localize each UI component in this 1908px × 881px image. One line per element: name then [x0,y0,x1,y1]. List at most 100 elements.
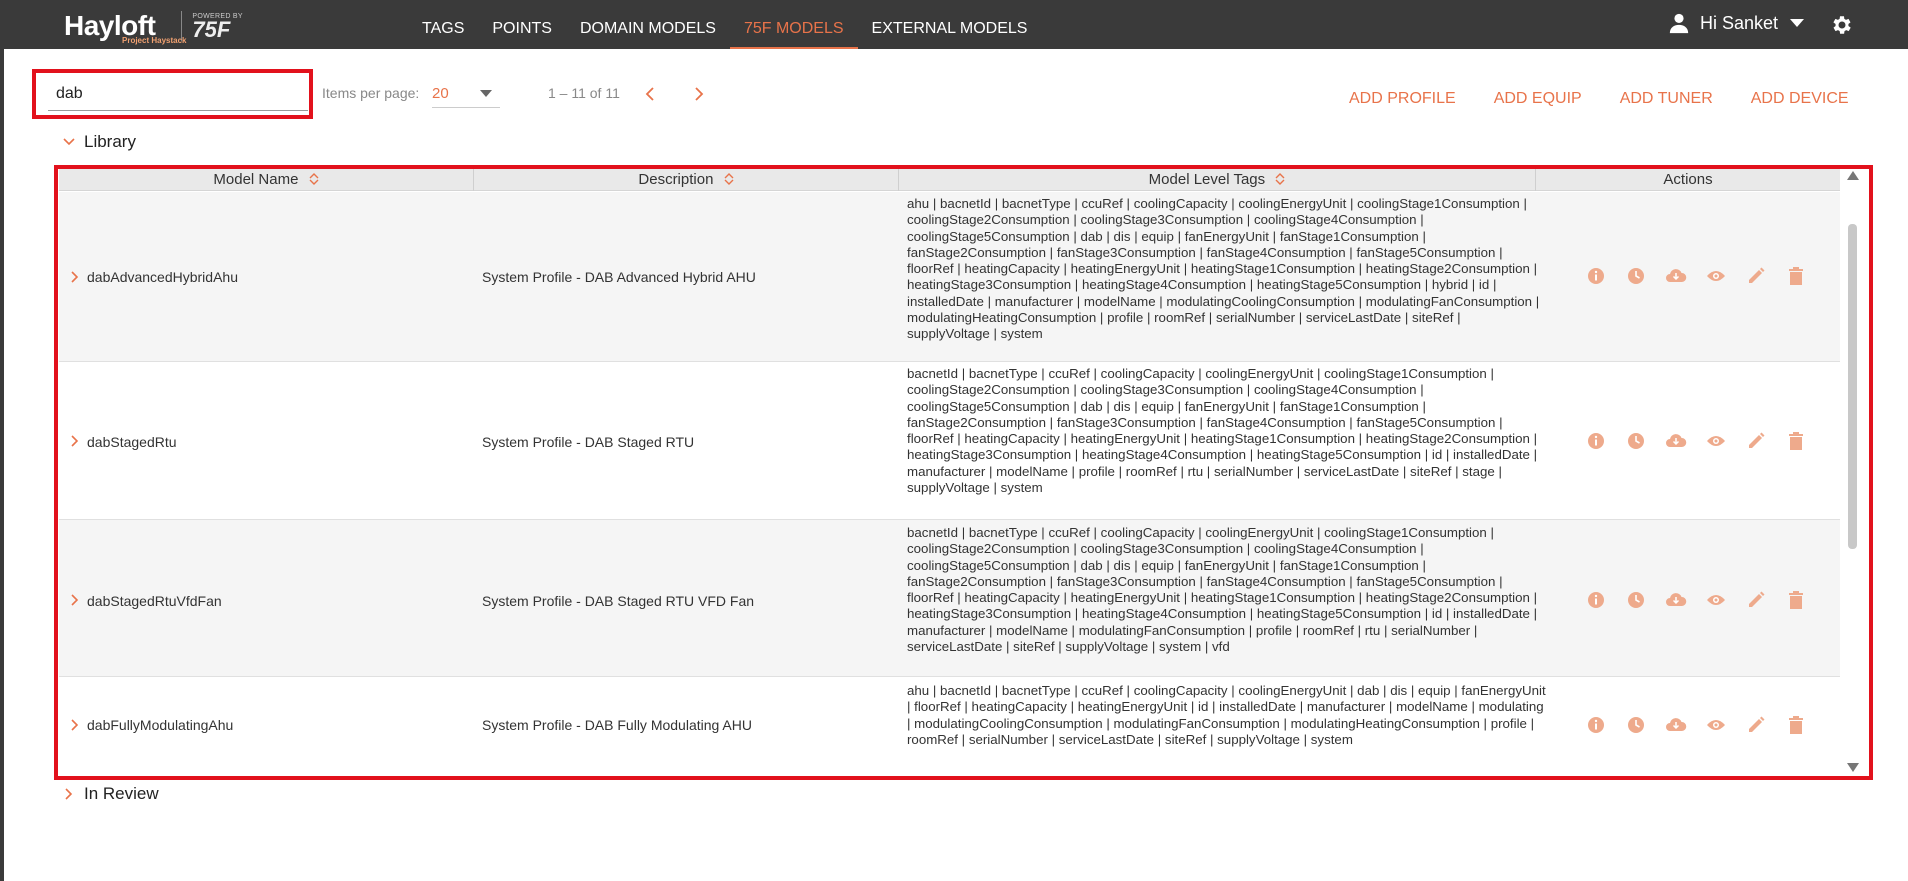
chevron-down-icon [63,138,75,146]
edit-icon[interactable] [1736,714,1776,736]
row-actions [1576,589,1816,611]
add-equip-button[interactable]: ADD EQUIP [1494,90,1582,108]
gear-icon[interactable] [1830,13,1854,37]
column-model-name[interactable]: Model Name [59,169,474,191]
nav-external-models[interactable]: EXTERNAL MODELS [858,0,1042,49]
history-icon[interactable] [1616,714,1656,736]
model-name: dabFullyModulatingAhu [87,717,234,733]
chevron-right-icon[interactable] [70,593,80,607]
scroll-up-arrow-icon[interactable] [1847,171,1859,180]
column-label: Model Name [213,171,299,188]
nav-domain-models[interactable]: DOMAIN MODELS [566,0,730,49]
column-description[interactable]: Description [474,169,899,191]
main-nav: TAGS POINTS DOMAIN MODELS 75F MODELS EXT… [408,0,1041,49]
pagination-range: 1 – 11 of 11 [548,85,620,101]
history-icon[interactable] [1616,430,1656,452]
model-tags: bacnetId | bacnetType | ccuRef | cooling… [907,525,1538,655]
nav-tags[interactable]: TAGS [408,0,478,49]
model-name: dabStagedRtuVfdFan [87,593,222,609]
dropdown-caret-icon [480,90,492,97]
items-per-page-select[interactable]: 20 [432,80,500,108]
add-device-button[interactable]: ADD DEVICE [1751,90,1849,108]
edit-icon[interactable] [1736,589,1776,611]
info-icon[interactable] [1576,589,1616,611]
view-icon[interactable] [1696,589,1736,611]
history-icon[interactable] [1616,265,1656,287]
delete-icon[interactable] [1776,265,1816,287]
scroll-down-arrow-icon[interactable] [1847,763,1859,772]
chevron-right-icon[interactable] [70,270,80,284]
model-name: dabAdvancedHybridAhu [87,269,238,285]
row-actions [1576,714,1816,736]
chevron-right-icon[interactable] [70,718,80,732]
models-table: Model Name Description Model Level Tags … [59,169,1840,776]
next-page-icon[interactable] [692,85,706,103]
view-icon[interactable] [1696,430,1736,452]
add-profile-button[interactable]: ADD PROFILE [1349,90,1456,108]
model-description: System Profile - DAB Fully Modulating AH… [482,717,752,733]
model-description: System Profile - DAB Staged RTU [482,434,695,450]
table-scrollbar[interactable] [1843,169,1861,776]
window-edge [0,49,4,881]
column-model-level-tags[interactable]: Model Level Tags [899,169,1536,191]
table-row[interactable]: dabStagedRtu System Profile - DAB Staged… [59,362,1840,520]
model-tags: ahu | bacnetId | bacnetType | ccuRef | c… [907,683,1546,747]
top-actions: ADD PROFILE ADD EQUIP ADD TUNER ADD DEVI… [1330,90,1849,108]
partner-brand: 75F [192,16,231,42]
column-label: Description [638,171,714,188]
info-icon[interactable] [1576,714,1616,736]
user-icon [1669,13,1689,34]
edit-icon[interactable] [1736,265,1776,287]
user-menu[interactable]: Hi Sanket [1668,12,1805,34]
view-icon[interactable] [1696,265,1736,287]
top-navbar: Hayloft Project Haystack POWERED BY 75F … [0,0,1908,49]
user-greeting: Hi Sanket [1700,12,1779,33]
items-per-page-label: Items per page: [322,85,420,101]
download-icon[interactable] [1656,430,1696,452]
nav-points[interactable]: POINTS [478,0,566,49]
delete-icon[interactable] [1776,430,1816,452]
previous-page-icon[interactable] [643,85,657,103]
table-header: Model Name Description Model Level Tags … [59,169,1840,191]
row-actions [1576,430,1816,452]
download-icon[interactable] [1656,589,1696,611]
chevron-down-icon [1790,19,1805,27]
add-tuner-button[interactable]: ADD TUNER [1620,90,1713,108]
download-icon[interactable] [1656,265,1696,287]
sort-icon[interactable] [724,172,734,186]
chevron-right-icon [65,788,73,800]
model-tags: ahu | bacnetId | bacnetType | ccuRef | c… [907,196,1540,342]
powered-by-logo: POWERED BY 75F [192,13,242,42]
info-icon[interactable] [1576,430,1616,452]
table-row[interactable]: dabStagedRtuVfdFan System Profile - DAB … [59,520,1840,677]
nav-75f-models[interactable]: 75F MODELS [729,0,858,49]
model-name: dabStagedRtu [87,434,177,450]
table-row[interactable]: dabAdvancedHybridAhu System Profile - DA… [59,192,1840,362]
in-review-section-toggle[interactable]: In Review [62,784,159,804]
delete-icon[interactable] [1776,714,1816,736]
view-icon[interactable] [1696,714,1736,736]
column-actions: Actions [1536,169,1840,191]
chevron-right-icon[interactable] [70,434,80,448]
column-label: Actions [1663,171,1713,188]
download-icon[interactable] [1656,714,1696,736]
info-icon[interactable] [1576,265,1616,287]
sort-icon[interactable] [309,172,319,186]
column-label: Model Level Tags [1148,171,1266,188]
delete-icon[interactable] [1776,589,1816,611]
model-tags: bacnetId | bacnetType | ccuRef | cooling… [907,366,1538,496]
model-description: System Profile - DAB Advanced Hybrid AHU [482,269,756,285]
row-actions [1576,265,1816,287]
edit-icon[interactable] [1736,430,1776,452]
items-per-page-value: 20 [432,85,449,102]
library-section-toggle[interactable]: Library [62,132,136,152]
sort-icon[interactable] [1275,172,1285,186]
scroll-thumb[interactable] [1848,224,1857,549]
hayloft-logo[interactable]: Hayloft Project Haystack POWERED BY 75F [64,8,243,45]
search-input[interactable] [48,77,308,111]
in-review-title: In Review [84,784,159,803]
history-icon[interactable] [1616,589,1656,611]
model-description: System Profile - DAB Staged RTU VFD Fan [482,593,755,609]
brand-sub: Project Haystack [122,36,187,45]
table-row[interactable]: dabFullyModulatingAhu System Profile - D… [59,677,1840,776]
